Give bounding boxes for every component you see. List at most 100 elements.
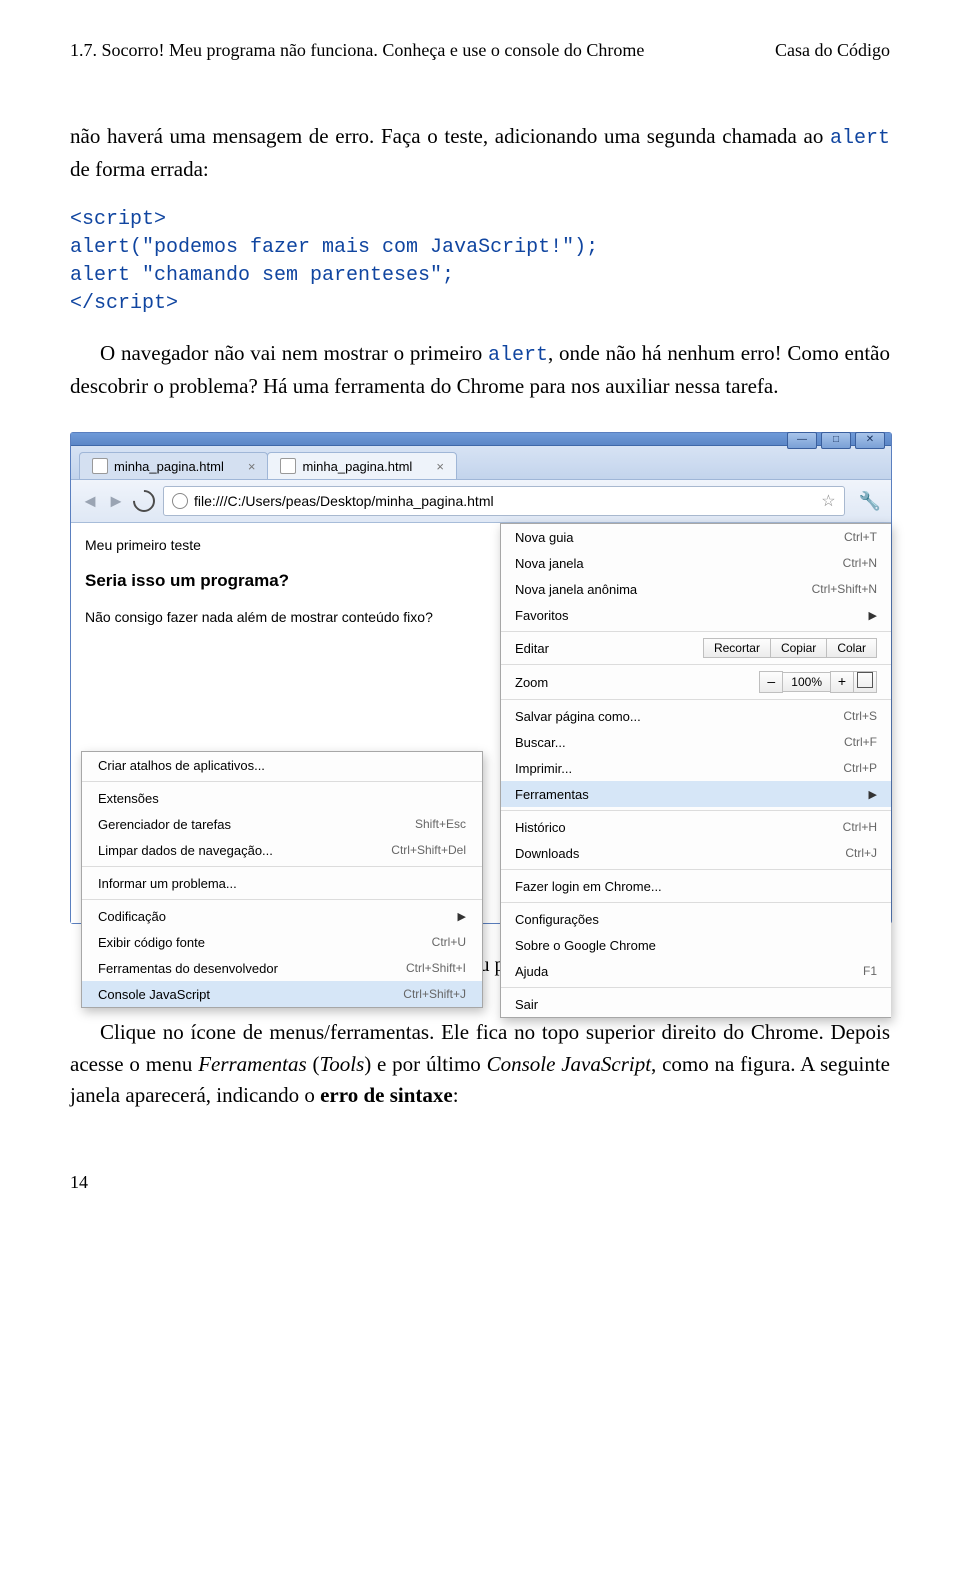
shortcut: Ctrl+S xyxy=(843,709,877,723)
code-line: <script> xyxy=(70,208,166,231)
submenu-create-shortcuts[interactable]: Criar atalhos de aplicativos... xyxy=(82,752,482,778)
cut-button[interactable]: Recortar xyxy=(703,638,771,658)
tab-strip: minha_pagina.html × minha_pagina.html × xyxy=(71,446,891,480)
submenu-arrow-icon: ▶ xyxy=(869,609,877,622)
label: Zoom xyxy=(515,675,548,690)
minimize-button[interactable]: — xyxy=(787,432,817,449)
submenu-task-manager[interactable]: Gerenciador de tarefas Shift+Esc xyxy=(82,811,482,837)
fullscreen-button[interactable] xyxy=(853,671,877,693)
menu-settings[interactable]: Configurações xyxy=(501,906,891,932)
menu-about[interactable]: Sobre o Google Chrome xyxy=(501,932,891,958)
copy-button[interactable]: Copiar xyxy=(770,638,827,658)
submenu-extensions[interactable]: Extensões xyxy=(82,785,482,811)
code-line: </script> xyxy=(70,292,178,315)
submenu-arrow-icon: ▶ xyxy=(458,910,466,923)
label: Ferramentas do desenvolvedor xyxy=(98,961,278,976)
submenu-view-source[interactable]: Exibir código fonteCtrl+U xyxy=(82,929,482,955)
menu-incognito[interactable]: Nova janela anônimaCtrl+Shift+N xyxy=(501,576,891,602)
menu-separator xyxy=(501,987,891,988)
submenu-js-console[interactable]: Console JavaScriptCtrl+Shift+J xyxy=(82,981,482,1007)
globe-icon xyxy=(172,493,188,509)
address-bar[interactable]: file:///C:/Users/peas/Desktop/minha_pagi… xyxy=(163,486,845,516)
emphasis: Ferramentas xyxy=(198,1052,307,1076)
code-block: <script> alert("podemos fazer mais com J… xyxy=(70,206,890,318)
submenu-clear-data[interactable]: Limpar dados de navegação...Ctrl+Shift+D… xyxy=(82,837,482,863)
menu-separator xyxy=(501,664,891,665)
wrench-menu-icon[interactable]: 🔧 xyxy=(859,491,881,512)
paste-button[interactable]: Colar xyxy=(826,638,877,658)
menu-signin[interactable]: Fazer login em Chrome... xyxy=(501,873,891,899)
page-heading-2: Seria isso um programa? xyxy=(85,571,485,591)
back-icon[interactable]: ◄ xyxy=(81,492,99,510)
submenu-encoding[interactable]: Codificação ▶ xyxy=(82,903,482,929)
submenu-report-problem[interactable]: Informar um problema... xyxy=(82,870,482,896)
menu-help[interactable]: Ajuda F1 xyxy=(501,958,891,984)
shortcut: Shift+Esc xyxy=(415,817,466,831)
menu-tools[interactable]: Ferramentas ▶ xyxy=(501,781,891,807)
zoom-out-button[interactable]: – xyxy=(759,671,783,693)
label: Console JavaScript xyxy=(98,987,210,1002)
text: de forma errada: xyxy=(70,157,209,181)
label: Imprimir... xyxy=(515,761,572,776)
label: Editar xyxy=(515,641,549,656)
text: não haverá uma mensagem de erro. Faça o … xyxy=(70,124,830,148)
favicon-icon xyxy=(280,458,296,474)
url-text: file:///C:/Users/peas/Desktop/minha_pagi… xyxy=(194,493,494,509)
shortcut: Ctrl+Shift+N xyxy=(812,582,877,596)
tab-title: minha_pagina.html xyxy=(302,459,412,474)
close-tab-icon[interactable]: × xyxy=(436,459,444,474)
label: Ferramentas xyxy=(515,787,589,802)
shortcut: Ctrl+J xyxy=(845,846,877,860)
menu-separator xyxy=(501,869,891,870)
menu-downloads[interactable]: DownloadsCtrl+J xyxy=(501,840,891,866)
forward-icon[interactable]: ► xyxy=(107,492,125,510)
zoom-in-button[interactable]: + xyxy=(830,671,854,693)
fullscreen-icon xyxy=(857,672,873,688)
page-heading-1: Meu primeiro teste xyxy=(85,537,485,553)
menu-edit: Editar Recortar Copiar Colar xyxy=(501,635,891,661)
menu-separator xyxy=(501,810,891,811)
shortcut: F1 xyxy=(863,964,877,978)
strong: erro de sintaxe xyxy=(320,1083,453,1107)
close-button[interactable]: ✕ xyxy=(855,432,885,449)
close-tab-icon[interactable]: × xyxy=(248,459,256,474)
menu-new-tab[interactable]: Nova guiaCtrl+T xyxy=(501,524,891,550)
reload-icon[interactable] xyxy=(128,485,159,516)
submenu-dev-tools[interactable]: Ferramentas do desenvolvedorCtrl+Shift+I xyxy=(82,955,482,981)
favicon-icon xyxy=(92,458,108,474)
menu-save-as[interactable]: Salvar página como...Ctrl+S xyxy=(501,703,891,729)
label: Sair xyxy=(515,997,538,1012)
menu-exit[interactable]: Sair xyxy=(501,991,891,1017)
menu-find[interactable]: Buscar...Ctrl+F xyxy=(501,729,891,755)
tab-title: minha_pagina.html xyxy=(114,459,224,474)
menu-new-window[interactable]: Nova janelaCtrl+N xyxy=(501,550,891,576)
publisher: Casa do Código xyxy=(775,40,890,61)
menu-separator xyxy=(501,699,891,700)
label: Nova janela xyxy=(515,556,584,571)
menu-zoom: Zoom – 100% + xyxy=(501,668,891,696)
label: Codificação xyxy=(98,909,166,924)
page-text: Não consigo fazer nada além de mostrar c… xyxy=(85,609,485,625)
menu-print[interactable]: Imprimir... Ctrl+P xyxy=(501,755,891,781)
window-titlebar: — □ ✕ xyxy=(71,433,891,446)
label: Extensões xyxy=(98,791,159,806)
toolbar: ◄ ► file:///C:/Users/peas/Desktop/minha_… xyxy=(71,480,891,523)
browser-tab-active[interactable]: minha_pagina.html × xyxy=(267,452,456,479)
wrench-menu: Nova guiaCtrl+T Nova janelaCtrl+N Nova j… xyxy=(500,523,891,1018)
label: Histórico xyxy=(515,820,566,835)
label: Gerenciador de tarefas xyxy=(98,817,231,832)
menu-favorites[interactable]: Favoritos▶ xyxy=(501,602,891,628)
shortcut: Ctrl+P xyxy=(843,761,877,775)
label: Sobre o Google Chrome xyxy=(515,938,656,953)
label: Criar atalhos de aplicativos... xyxy=(98,758,265,773)
shortcut: Ctrl+Shift+Del xyxy=(391,843,466,857)
text: : xyxy=(453,1083,459,1107)
maximize-button[interactable]: □ xyxy=(821,432,851,449)
menu-history[interactable]: HistóricoCtrl+H xyxy=(501,814,891,840)
label: Ajuda xyxy=(515,964,548,979)
emphasis: Tools xyxy=(319,1052,364,1076)
browser-tab[interactable]: minha_pagina.html × xyxy=(79,452,268,479)
bookmark-star-icon[interactable]: ☆ xyxy=(821,491,835,511)
submenu-arrow-icon: ▶ xyxy=(869,788,877,801)
label: Exibir código fonte xyxy=(98,935,205,950)
